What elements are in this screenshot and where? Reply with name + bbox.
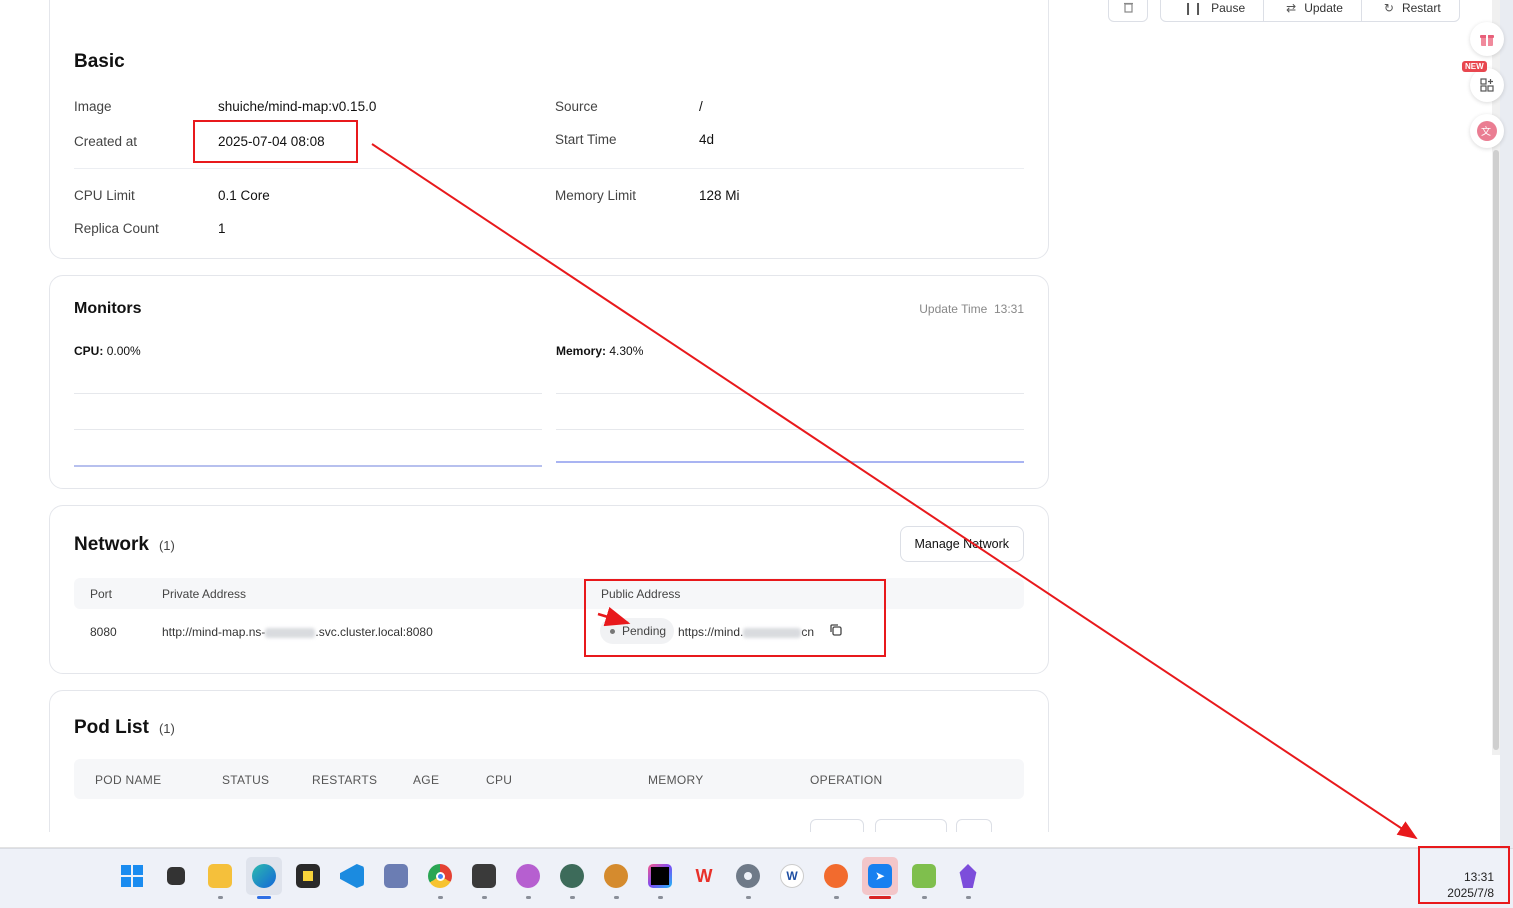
- annotation-arrow: [597, 606, 631, 627]
- screen: ❙❙ Pause ⇄ Update ↻ Restart Basic Image …: [0, 0, 1513, 908]
- annotation-arrows: [371, 143, 1418, 840]
- annotation-arrow: [371, 143, 1418, 840]
